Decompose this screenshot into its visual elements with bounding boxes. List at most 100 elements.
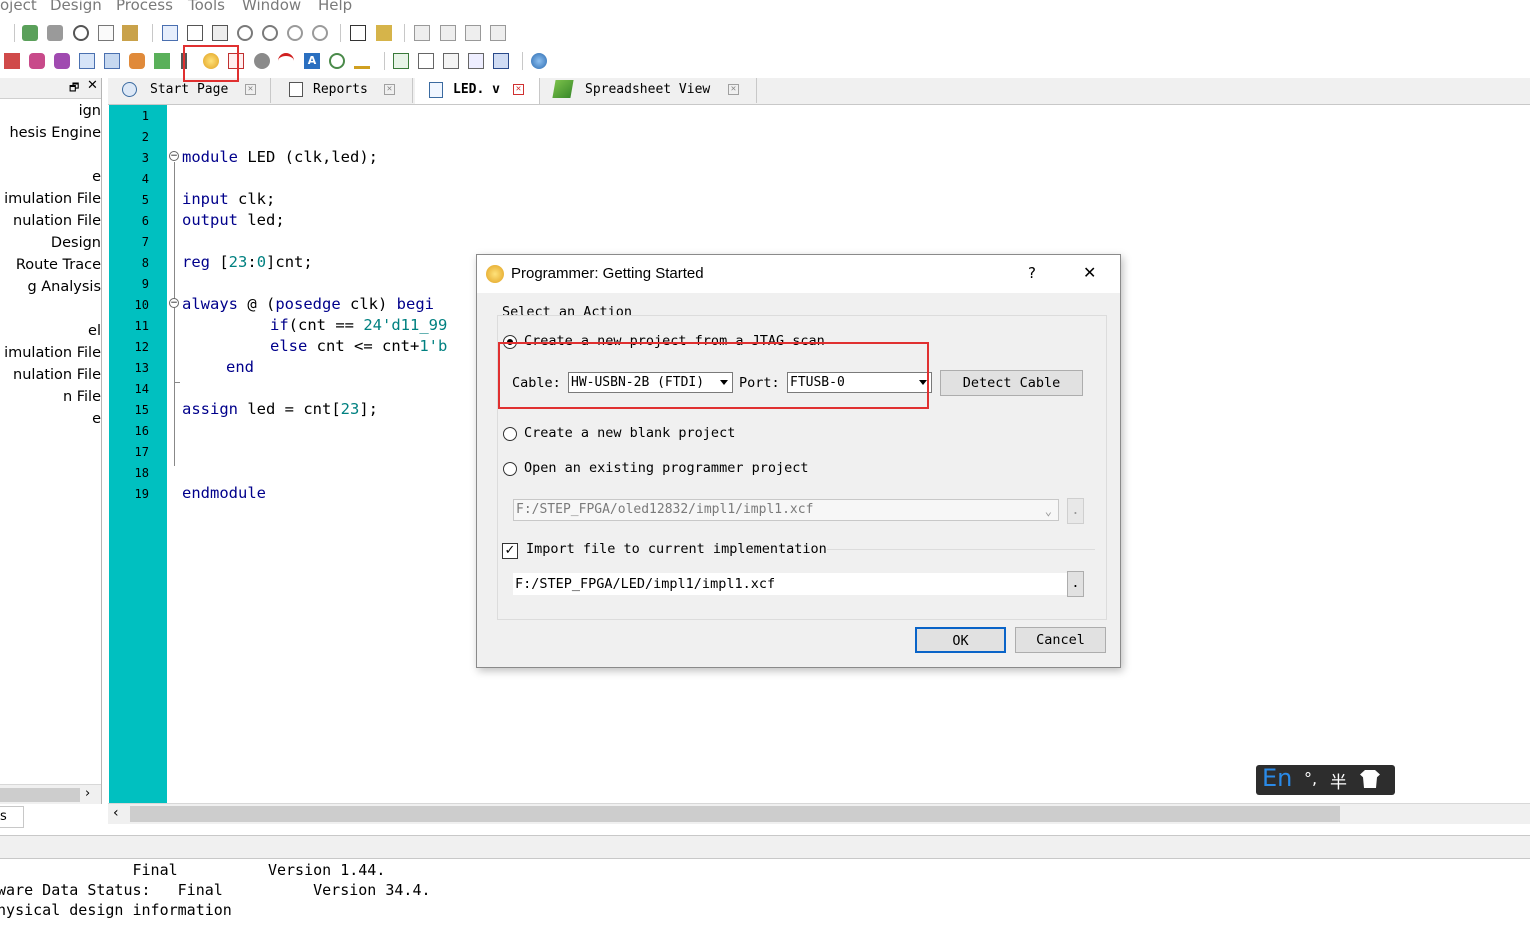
line-number: 11: [134, 319, 149, 333]
menu-process[interactable]: Process: [116, 0, 173, 14]
panel-icon[interactable]: [443, 53, 459, 69]
browse-existing-button[interactable]: .: [1067, 498, 1084, 524]
zoom-out-icon[interactable]: [262, 25, 278, 41]
cut-icon[interactable]: [73, 25, 89, 41]
window-icon[interactable]: [468, 53, 484, 69]
ip-icon[interactable]: [129, 53, 145, 69]
tab-spreadsheet-view[interactable]: Spreadsheet View ✕: [542, 78, 757, 103]
timing-icon[interactable]: [154, 53, 170, 69]
close-icon[interactable]: ✕: [384, 84, 395, 95]
print-icon[interactable]: [212, 25, 228, 41]
menu-window[interactable]: Window: [242, 0, 301, 14]
report-icon[interactable]: [376, 25, 392, 41]
process-item[interactable]: nulation File: [0, 213, 101, 229]
netlist-icon[interactable]: [79, 53, 95, 69]
reports-icon: [289, 82, 303, 97]
start-page-icon: [122, 82, 137, 97]
cancel-button[interactable]: Cancel: [1015, 627, 1106, 653]
radio-existing-project[interactable]: [503, 462, 517, 476]
process-item[interactable]: nulation File: [0, 367, 101, 383]
scroll-right-icon[interactable]: ›: [85, 786, 90, 801]
line-number: 18: [134, 466, 149, 480]
close-icon[interactable]: ✕: [513, 84, 524, 95]
menu-tools[interactable]: Tools: [188, 0, 225, 14]
stop-icon[interactable]: [490, 25, 506, 41]
chevron-down-icon: ⌄: [1044, 504, 1052, 518]
process-item[interactable]: imulation File: [0, 345, 101, 361]
line-number: 3: [141, 151, 149, 165]
import-path-field[interactable]: F:/STEP_FPGA/LED/impl1/impl1.xcf: [513, 573, 1067, 595]
zoom-in-icon[interactable]: [237, 25, 253, 41]
close-icon[interactable]: ✕: [1083, 263, 1096, 282]
restore-icon[interactable]: 🗗: [69, 79, 79, 98]
process-item[interactable]: g Analysis: [0, 279, 101, 295]
open-icon[interactable]: [22, 25, 38, 41]
process-item[interactable]: el: [0, 323, 101, 339]
document-icon[interactable]: [162, 25, 178, 41]
fold-icon[interactable]: −: [169, 298, 179, 308]
radio-blank-project[interactable]: [503, 427, 517, 441]
editor-hscrollbar[interactable]: ‹: [108, 803, 1530, 824]
run-icon[interactable]: [414, 25, 430, 41]
browse-import-button[interactable]: .: [1067, 571, 1084, 597]
clarity-icon[interactable]: [329, 53, 345, 69]
panel-hscrollbar[interactable]: ›: [0, 784, 101, 804]
layout-icon[interactable]: [393, 53, 409, 69]
process-item[interactable]: hesis Engine: [0, 125, 101, 141]
split-icon[interactable]: [418, 53, 434, 69]
fold-icon[interactable]: −: [169, 151, 179, 161]
help-icon[interactable]: ?: [1028, 264, 1036, 282]
line-number: 12: [134, 340, 149, 354]
rerun-icon[interactable]: [465, 25, 481, 41]
simulation-icon[interactable]: [54, 53, 70, 69]
process-item[interactable]: e: [0, 169, 101, 185]
tcl-icon[interactable]: [354, 53, 370, 69]
close-icon[interactable]: ✕: [728, 84, 739, 95]
code-line: output led;: [182, 211, 285, 229]
ok-button[interactable]: OK: [915, 627, 1006, 653]
project-icon[interactable]: [4, 53, 20, 69]
process-item[interactable]: Design: [0, 235, 101, 251]
floorplan-icon[interactable]: [104, 53, 120, 69]
tab-reports[interactable]: Reports ✕: [273, 78, 413, 103]
tab-led-v[interactable]: LED. v ✕: [415, 78, 540, 104]
analyzer-icon[interactable]: A: [304, 53, 320, 69]
synthesis-icon[interactable]: [29, 53, 45, 69]
process-item[interactable]: ign: [0, 103, 101, 119]
option-blank-project-label: Create a new blank project: [524, 425, 736, 441]
power-icon[interactable]: [278, 53, 294, 69]
table-icon[interactable]: [187, 25, 203, 41]
process-item[interactable]: Route Trace: [0, 257, 101, 273]
line-number: 6: [141, 214, 149, 228]
zoom-fit-icon[interactable]: [287, 25, 303, 41]
code-line: module LED (clk,led);: [182, 148, 378, 166]
toolbar-standard: [0, 19, 1530, 47]
tile-icon[interactable]: [493, 53, 509, 69]
checklist-icon[interactable]: [350, 25, 366, 41]
close-icon[interactable]: ✕: [245, 84, 256, 95]
import-checkbox[interactable]: ✓: [502, 543, 518, 559]
detect-cable-button[interactable]: Detect Cable: [940, 370, 1083, 396]
line-number: 7: [141, 235, 149, 249]
step-icon[interactable]: [440, 25, 456, 41]
copy-icon[interactable]: [98, 25, 114, 41]
process-item[interactable]: e: [0, 411, 101, 427]
close-icon[interactable]: ✕: [87, 78, 98, 93]
scroll-thumb[interactable]: [0, 788, 80, 802]
scroll-left-icon[interactable]: ‹: [113, 805, 119, 821]
paste-icon[interactable]: [122, 25, 138, 41]
zoom-area-icon[interactable]: [312, 25, 328, 41]
menu-design[interactable]: Design: [50, 0, 102, 14]
existing-project-select[interactable]: F:/STEP_FPGA/oled12832/impl1/impl1.xcf ⌄: [513, 499, 1059, 521]
menu-project[interactable]: oject: [0, 0, 37, 14]
undo-icon[interactable]: [47, 25, 63, 41]
line-number: 13: [134, 361, 149, 375]
process-item[interactable]: imulation File: [0, 191, 101, 207]
reveal-icon[interactable]: [254, 53, 270, 69]
globe-icon[interactable]: [531, 53, 547, 69]
panel-bottom-tab[interactable]: s: [0, 806, 24, 828]
process-item[interactable]: n File: [0, 389, 101, 405]
menu-help[interactable]: Help: [318, 0, 352, 14]
ime-indicator[interactable]: En °, 半: [1256, 764, 1395, 795]
scroll-thumb[interactable]: [130, 806, 1340, 822]
